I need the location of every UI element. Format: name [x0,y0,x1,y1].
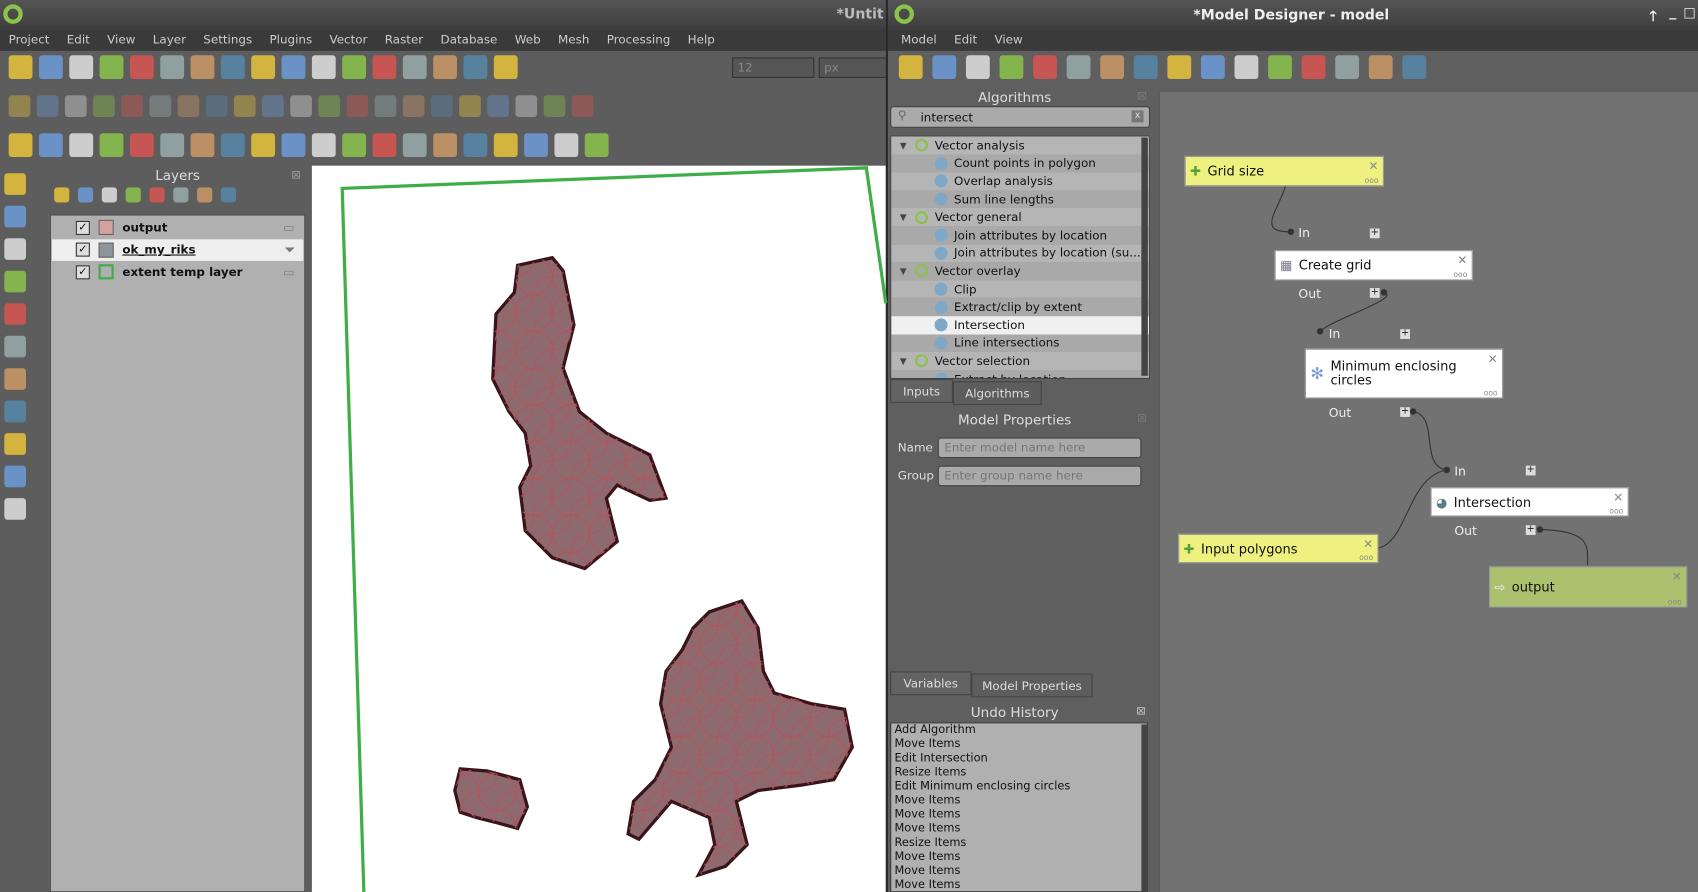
remove-node-icon[interactable]: ✕ [1613,491,1623,505]
algorithm-gear-icon: ✻ [1310,363,1324,384]
node-options-icon[interactable]: ooo [1668,598,1682,607]
node-label: Create grid [1298,257,1372,273]
connection-line [1413,410,1447,471]
remove-node-icon[interactable]: ✕ [1672,570,1682,584]
node-options-icon[interactable]: ooo [1453,271,1467,280]
node-input-polygons[interactable]: ✚ Input polygons ✕ ooo [1178,533,1379,564]
expand-outputs-icon[interactable]: + [1525,525,1536,535]
expand-inputs-icon[interactable]: + [1400,329,1410,339]
expand-inputs-icon[interactable]: + [1369,228,1380,239]
connection-line [1539,529,1589,566]
remove-node-icon[interactable]: ✕ [1363,537,1373,551]
expand-outputs-icon[interactable]: + [1400,407,1410,417]
node-minimum-enclosing-circles[interactable]: ✻ Minimum enclosing circles ✕ ooo [1304,348,1504,399]
port-in: In [1454,463,1466,479]
port-out: Out [1328,405,1352,421]
node-output[interactable]: ⇨ output ✕ ooo [1489,566,1688,608]
drawing-layer [340,166,1589,892]
port-in: In [1298,225,1310,241]
node-options-icon[interactable]: ooo [1609,507,1623,516]
expand-outputs-icon[interactable]: + [1369,288,1380,298]
node-label: output [1511,579,1555,595]
node-options-icon[interactable]: ooo [1359,553,1373,562]
output-arrow-icon: ⇨ [1494,579,1506,595]
grid-icon: ▦ [1279,257,1293,273]
remove-node-icon[interactable]: ✕ [1488,352,1498,366]
connection-line [1271,186,1291,233]
parameter-plus-icon: ✚ [1183,540,1195,557]
node-grid-size[interactable]: ✚ Grid size ✕ ooo [1184,155,1384,187]
node-label: Minimum enclosing circles [1330,358,1457,388]
parameter-plus-icon: ✚ [1190,163,1202,179]
node-label: Grid size [1207,163,1265,179]
intersection-icon: ◕ [1435,494,1448,510]
node-label: Intersection [1453,494,1532,510]
port-out: Out [1454,523,1477,539]
remove-node-icon[interactable]: ✕ [1457,253,1467,267]
node-label: Input polygons [1201,540,1298,557]
node-options-icon[interactable]: ooo [1365,177,1379,186]
remove-node-icon[interactable]: ✕ [1369,159,1379,173]
node-intersection[interactable]: ◕ Intersection ✕ ooo [1430,487,1629,517]
expand-inputs-icon[interactable]: + [1525,465,1536,476]
port-out: Out [1298,285,1321,302]
node-options-icon[interactable]: ooo [1484,389,1498,398]
port-in: In [1328,325,1341,342]
node-create-grid[interactable]: ▦ Create grid ✕ ooo [1274,250,1473,281]
